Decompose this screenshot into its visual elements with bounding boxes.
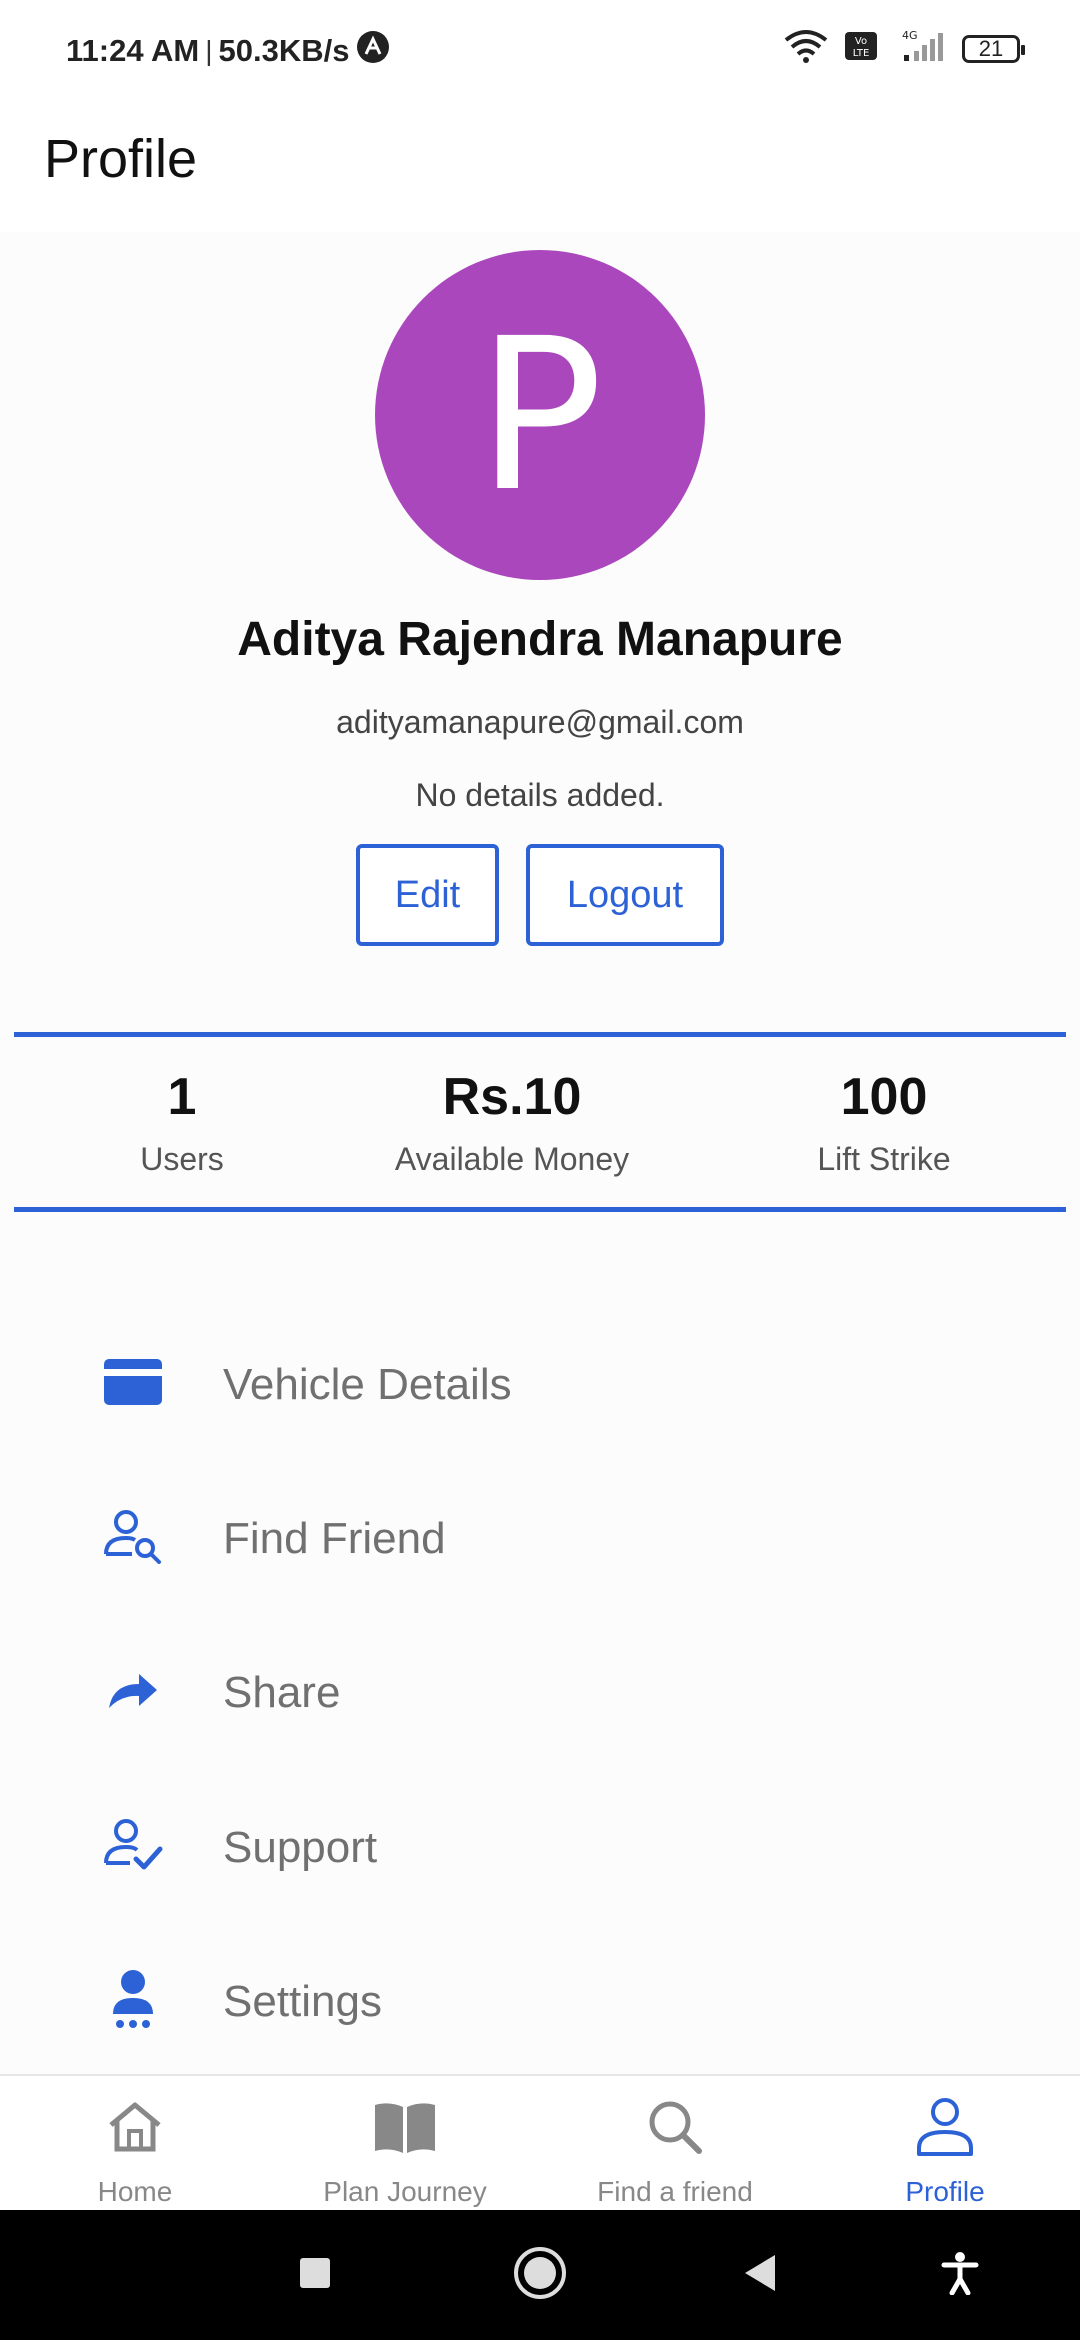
nav-item-find-a-friend[interactable]: Find a friend <box>540 2076 810 2212</box>
network-speed: 50.3KB/s <box>218 33 350 68</box>
svg-text:LTE: LTE <box>853 48 870 59</box>
nav-label: Plan Journey <box>323 2176 487 2207</box>
cellular-signal-icon: 4G <box>892 29 948 68</box>
stat-value: 100 <box>840 1068 928 1126</box>
nav-label: Profile <box>905 2176 985 2207</box>
stat-label: Users <box>140 1141 224 1177</box>
page-title: Profile <box>44 129 198 189</box>
nav-item-home[interactable]: Home <box>0 2076 270 2212</box>
stat-available-money: Rs.10 Available Money <box>362 1067 662 1178</box>
stat-users: 1 Users <box>32 1067 332 1178</box>
stat-value: 1 <box>167 1068 197 1126</box>
profile-name: Aditya Rajendra Manapure <box>237 613 843 666</box>
stat-label: Available Money <box>394 1141 630 1177</box>
volte-icon: Vo LTE <box>844 31 878 66</box>
status-time: 11:24 AM <box>66 33 200 68</box>
menu-item-vehicle-details[interactable]: Vehicle Details <box>0 1322 1080 1442</box>
avatar: P <box>375 250 705 580</box>
person-check-icon <box>100 1815 166 1875</box>
accessibility-icon <box>940 2251 980 2300</box>
profile-content: P Aditya Rajendra Manapure adityamanapur… <box>0 232 1080 2074</box>
wifi-icon <box>782 28 830 69</box>
battery-icon: 21 <box>962 34 1025 63</box>
profile-email: adityamanapure@gmail.com <box>336 704 744 740</box>
menu-label: Vehicle Details <box>223 1360 512 1409</box>
circle-icon <box>513 2246 567 2305</box>
app-bar: Profile <box>0 100 1080 232</box>
edit-button[interactable]: Edit <box>356 844 499 946</box>
svg-text:4G: 4G <box>902 29 918 42</box>
nav-item-plan-journey[interactable]: Plan Journey <box>270 2076 540 2212</box>
menu-item-share[interactable]: Share <box>0 1630 1080 1750</box>
menu-label: Support <box>223 1823 378 1872</box>
status-right: Vo LTE 4G 21 <box>782 28 1025 69</box>
back-button[interactable] <box>730 2245 790 2305</box>
home-icon <box>0 2092 270 2162</box>
svg-text:Vo: Vo <box>855 36 867 47</box>
menu-label: Share <box>223 1668 341 1717</box>
menu-label: Find Friend <box>223 1514 446 1563</box>
status-left: 11:24 AM | 50.3KB/s <box>66 30 390 72</box>
nav-label: Home <box>97 2176 173 2207</box>
stats-panel: 1 Users Rs.10 Available Money 100 Lift S… <box>14 1032 1066 1212</box>
profile-details: No details added. <box>415 777 665 813</box>
status-separator: | <box>205 35 213 66</box>
nav-label: Find a friend <box>597 2176 753 2207</box>
square-icon <box>298 2256 332 2295</box>
logout-button[interactable]: Logout <box>526 844 724 946</box>
stat-lift-strike: 100 Lift Strike <box>734 1067 1034 1178</box>
avatar-letter: P <box>476 292 604 538</box>
person-search-icon <box>100 1506 166 1566</box>
card-icon <box>100 1352 166 1412</box>
menu-item-settings[interactable]: Settings <box>0 1939 1080 2059</box>
status-bar: 11:24 AM | 50.3KB/s Vo LTE 4G 21 <box>0 0 1080 100</box>
accessibility-button[interactable] <box>930 2245 990 2305</box>
menu-item-support[interactable]: Support <box>0 1785 1080 1905</box>
person-settings-icon <box>100 1969 166 2029</box>
home-system-button[interactable] <box>510 2245 570 2305</box>
person-icon <box>810 2092 1080 2162</box>
share-arrow-icon <box>100 1660 166 1720</box>
stat-value: Rs.10 <box>442 1068 582 1126</box>
nav-item-profile[interactable]: Profile <box>810 2076 1080 2212</box>
book-icon <box>270 2092 540 2162</box>
app-notification-icon <box>356 30 390 72</box>
stat-label: Lift Strike <box>817 1141 951 1177</box>
back-triangle-icon <box>741 2253 779 2298</box>
recents-button[interactable] <box>285 2245 345 2305</box>
search-icon <box>540 2092 810 2162</box>
menu-label: Settings <box>223 1977 382 2026</box>
system-navigation-bar <box>0 2210 1080 2340</box>
menu-item-find-friend[interactable]: Find Friend <box>0 1476 1080 1596</box>
bottom-navigation: Home Plan Journey Find a friend Profile <box>0 2074 1080 2212</box>
